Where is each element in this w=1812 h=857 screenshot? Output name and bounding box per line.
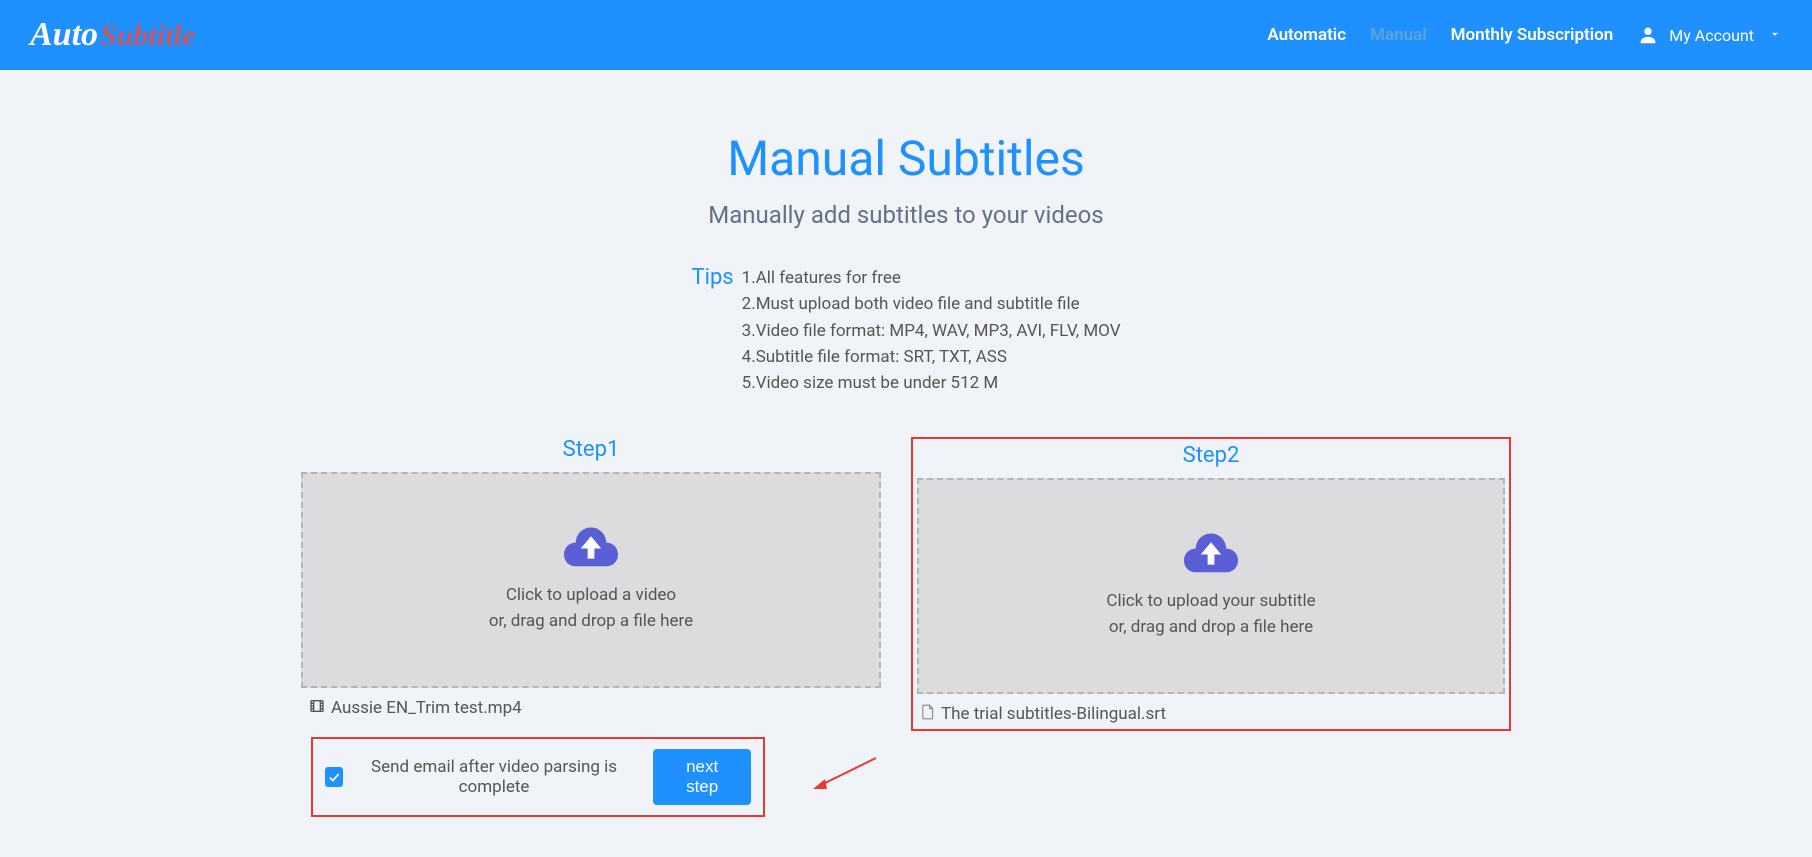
tip-3: 3.Video file format: MP4, WAV, MP3, AVI,… <box>742 318 1121 344</box>
step2-text: Click to upload your subtitle or, drag a… <box>1106 589 1315 640</box>
nav-automatic[interactable]: Automatic <box>1267 25 1346 45</box>
step2-line1: Click to upload your subtitle <box>1106 589 1315 615</box>
step1-dropzone[interactable]: Click to upload a video or, drag and dro… <box>301 472 881 688</box>
step1-filename: Aussie EN_Trim test.mp4 <box>331 698 522 718</box>
tip-4: 4.Subtitle file format: SRT, TXT, ASS <box>742 344 1121 370</box>
main-content: Manual Subtitles Manually add subtitles … <box>206 70 1606 857</box>
email-checkbox[interactable] <box>325 767 343 787</box>
page-title: Manual Subtitles <box>236 130 1576 187</box>
user-icon <box>1637 24 1659 46</box>
tips-section: Tips 1.All features for free 2.Must uplo… <box>236 265 1576 397</box>
step1-text: Click to upload a video or, drag and dro… <box>489 583 693 634</box>
step2-label: Step2 <box>917 443 1505 468</box>
nav-items: Automatic Manual Monthly Subscription My… <box>1267 24 1782 46</box>
step1-file-row: Aussie EN_Trim test.mp4 <box>301 698 881 719</box>
tips-label: Tips <box>691 265 733 291</box>
step2-line2: or, drag and drop a file here <box>1106 615 1315 641</box>
step1-label: Step1 <box>301 437 881 462</box>
bottom-row: Send email after video parsing is comple… <box>301 737 881 817</box>
bottom-highlight-box: Send email after video parsing is comple… <box>311 737 765 817</box>
step1-column: Step1 Click to upload a video or, drag a… <box>301 437 881 817</box>
next-step-button[interactable]: next step <box>653 749 751 805</box>
file-icon <box>921 704 935 725</box>
film-icon <box>309 698 325 719</box>
page-subtitle: Manually add subtitles to your videos <box>236 201 1576 229</box>
tip-5: 5.Video size must be under 512 M <box>742 370 1121 396</box>
step1-line2: or, drag and drop a file here <box>489 609 693 635</box>
logo-part2: Subtitle <box>100 19 195 53</box>
upload-cloud-icon <box>564 525 618 571</box>
account-label: My Account <box>1669 26 1754 45</box>
step2-filename: The trial subtitles-Bilingual.srt <box>941 704 1166 724</box>
tip-1: 1.All features for free <box>742 265 1121 291</box>
step2-dropzone[interactable]: Click to upload your subtitle or, drag a… <box>917 478 1505 694</box>
logo-part1: Auto <box>30 16 98 54</box>
nav-subscription[interactable]: Monthly Subscription <box>1451 25 1614 45</box>
steps-row: Step1 Click to upload a video or, drag a… <box>236 437 1576 817</box>
chevron-down-icon <box>1768 26 1782 45</box>
tip-2: 2.Must upload both video file and subtit… <box>742 291 1121 317</box>
account-menu[interactable]: My Account <box>1637 24 1782 46</box>
nav-manual[interactable]: Manual <box>1370 25 1427 45</box>
email-checkbox-text: Send email after video parsing is comple… <box>351 757 637 797</box>
annotation-arrow-icon <box>811 753 881 797</box>
upload-cloud-icon <box>1184 531 1238 577</box>
tips-list: 1.All features for free 2.Must upload bo… <box>742 265 1121 397</box>
step2-column: Step2 Click to upload your subtitle or, … <box>911 437 1511 731</box>
step2-file-row: The trial subtitles-Bilingual.srt <box>917 704 1505 725</box>
navbar: Auto Subtitle Automatic Manual Monthly S… <box>0 0 1812 70</box>
email-checkbox-label[interactable]: Send email after video parsing is comple… <box>325 757 637 797</box>
logo[interactable]: Auto Subtitle <box>30 16 195 54</box>
step1-line1: Click to upload a video <box>489 583 693 609</box>
